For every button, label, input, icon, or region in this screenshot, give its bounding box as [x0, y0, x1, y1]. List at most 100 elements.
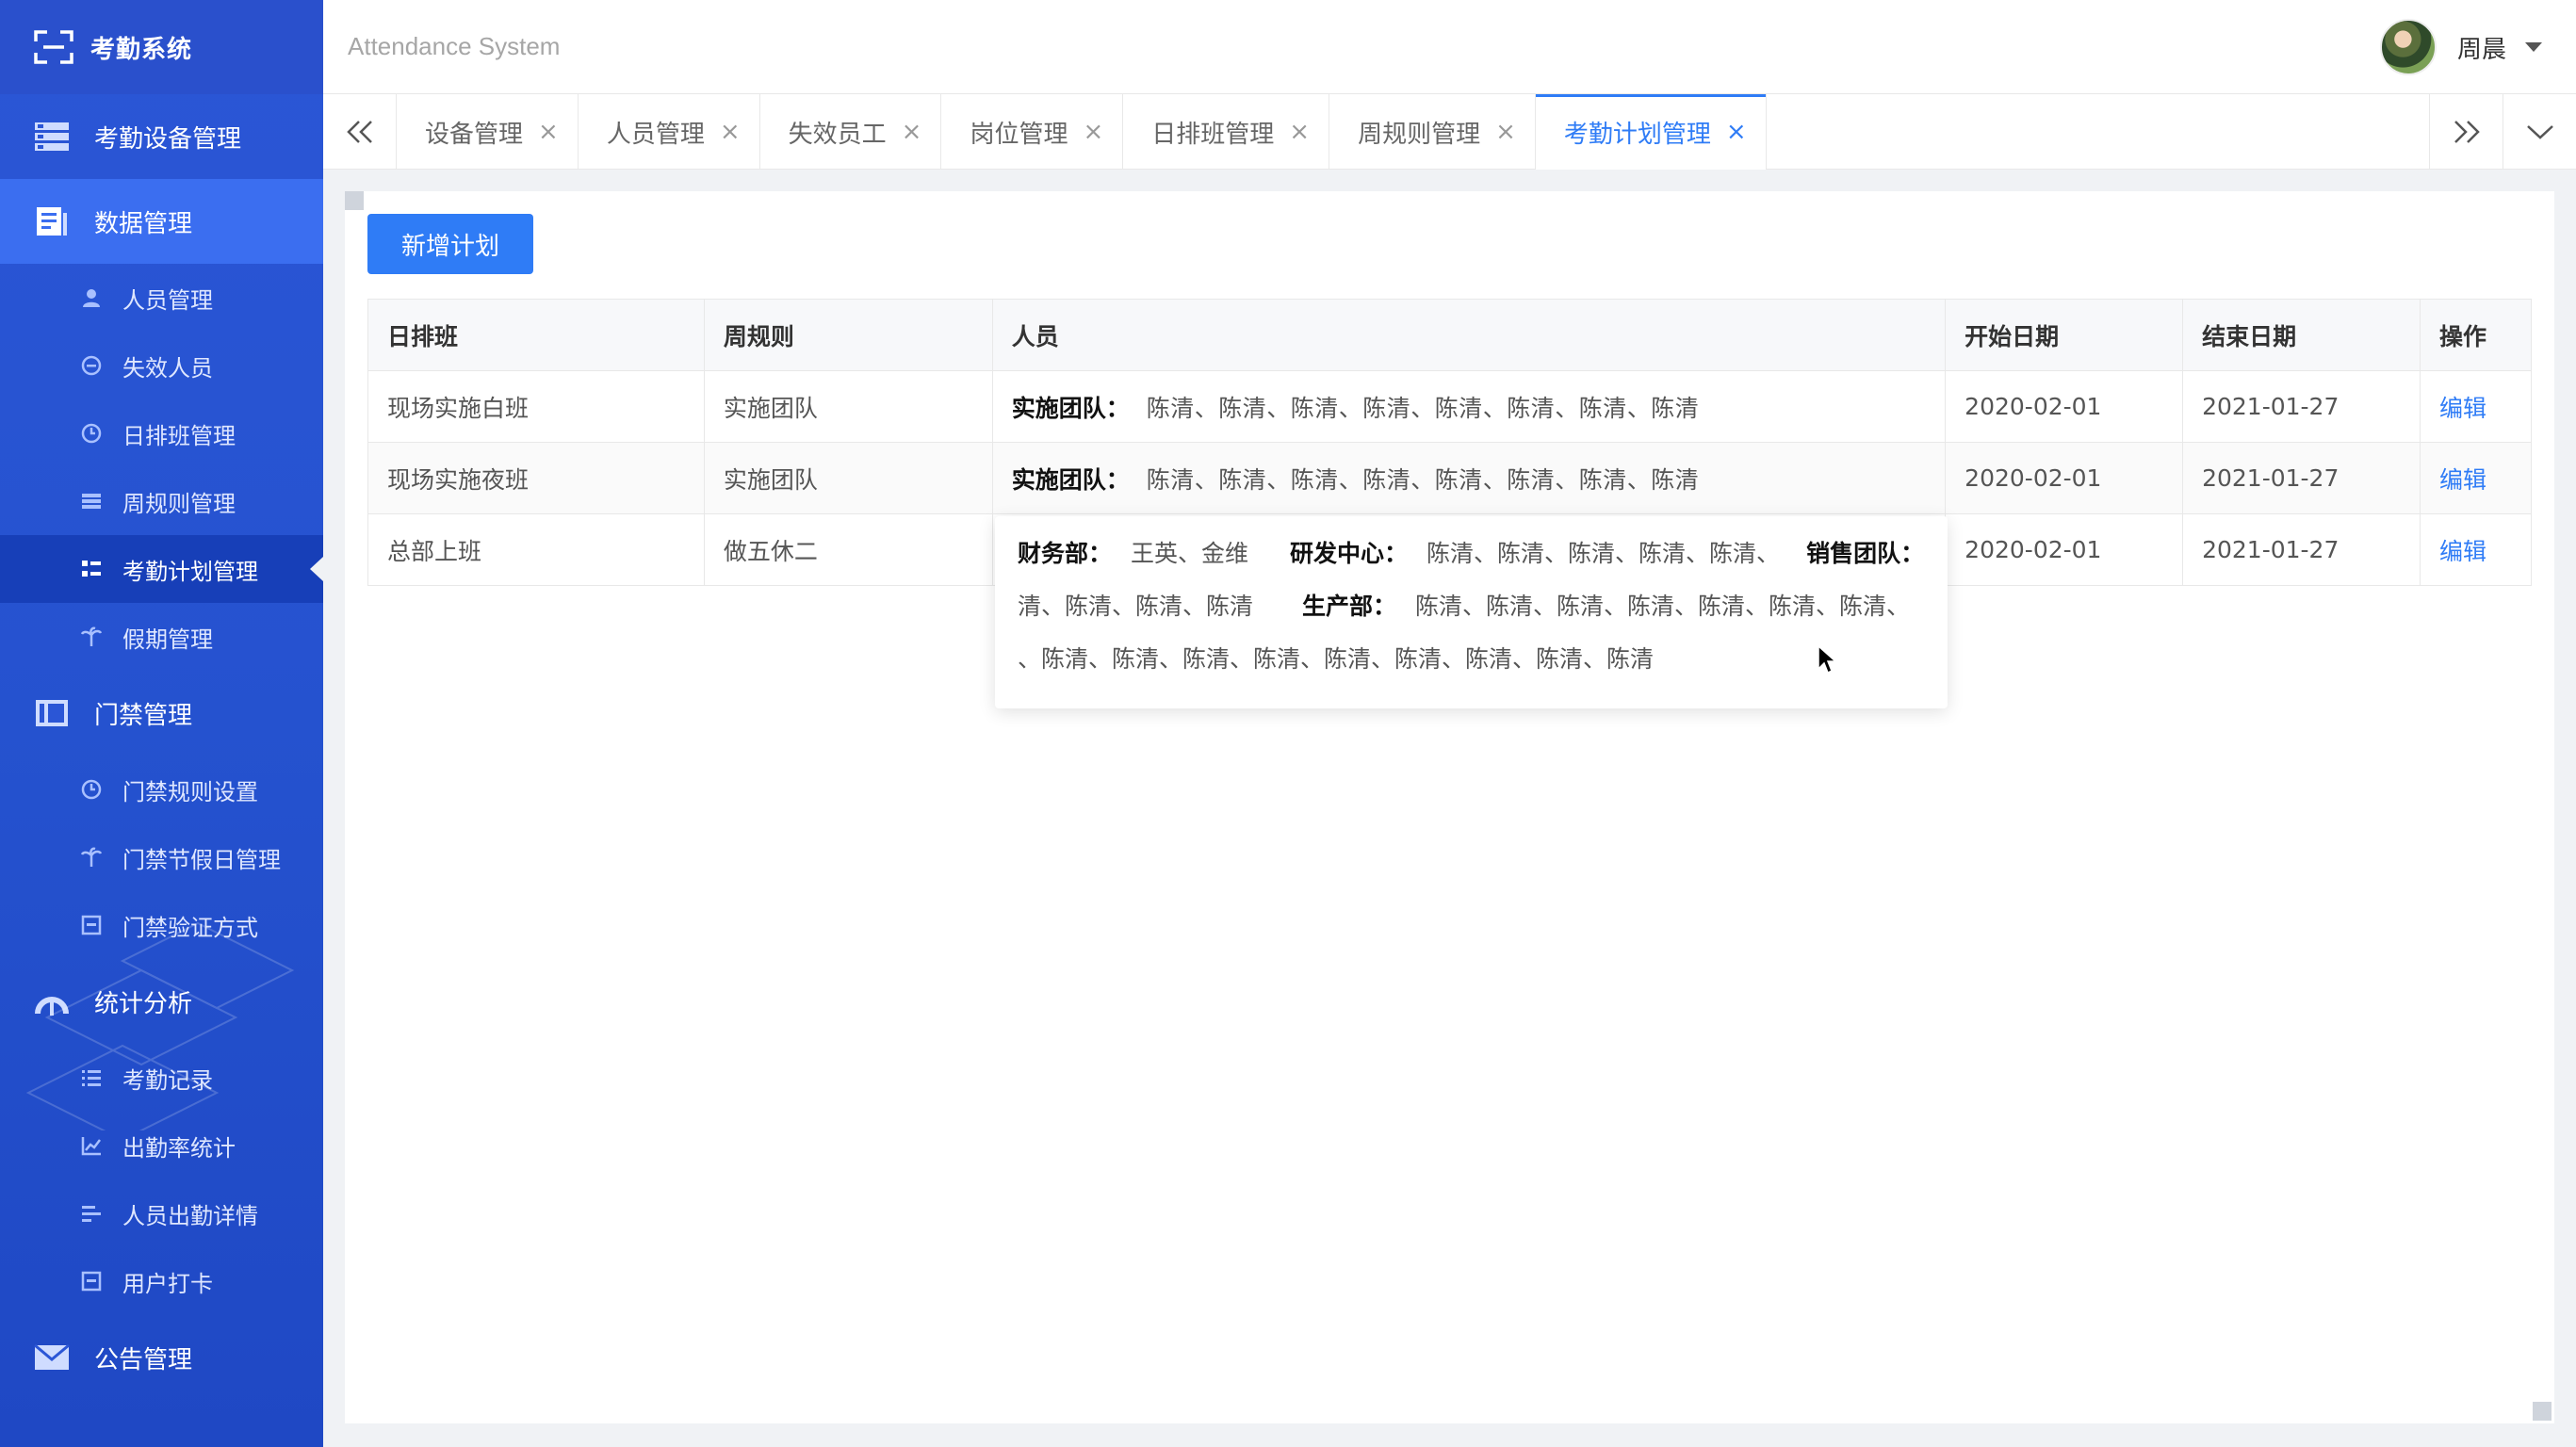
close-icon[interactable]: × — [902, 118, 922, 146]
close-icon[interactable]: × — [1083, 118, 1103, 146]
cell-start-date: 2020-02-01 — [1945, 513, 2184, 586]
edit-link[interactable]: 编辑 — [2439, 538, 2486, 565]
chevron-down-icon — [2526, 125, 2553, 139]
department-label: 生产部： — [1302, 593, 1397, 620]
table-row[interactable]: 现场实施夜班 实施团队 实施团队： 陈清、陈清、陈清、陈清、陈清、陈清、陈清、陈清… — [367, 442, 2533, 514]
cell-people[interactable]: 实施团队： 陈清、陈清、陈清、陈清、陈清、陈清、陈清、陈清 — [991, 370, 1947, 443]
tab-person[interactable]: 人员管理 × — [579, 94, 760, 170]
avatar[interactable] — [2379, 19, 2437, 75]
tab-bar: 设备管理 × 人员管理 × 失效员工 × 岗位管理 × 日排班管理 × 周规则管理 × 考勤… — [323, 94, 2576, 170]
sidebar-item-label: 门禁验证方式 — [122, 914, 258, 941]
edit-link[interactable]: 编辑 — [2439, 466, 2486, 494]
plan-list-icon — [79, 557, 104, 581]
sidebar-item-label: 失效人员 — [122, 354, 213, 382]
checkin-icon — [79, 1269, 104, 1293]
sidebar-item-daily-shift[interactable]: 日排班管理 — [0, 399, 323, 467]
double-chevron-left-icon — [346, 121, 372, 143]
column-header-start-date[interactable]: 开始日期 — [1945, 299, 2184, 371]
mail-icon — [34, 1341, 70, 1374]
app-title: 考勤系统 — [90, 35, 193, 64]
column-header-people[interactable]: 人员 — [991, 299, 1947, 371]
person-icon — [79, 285, 104, 310]
department-names: 、陈清、陈清、陈清、陈清、陈清、陈清、陈清、陈清、陈清 — [1018, 645, 1655, 673]
sidebar-item-holiday[interactable]: 假期管理 — [0, 603, 323, 671]
sidebar-group-device[interactable]: 考勤设备管理 — [0, 94, 323, 179]
sidebar-group-notice[interactable]: 公告管理 — [0, 1315, 323, 1400]
sidebar-item-records[interactable]: 考勤记录 — [0, 1044, 323, 1112]
cell-shift: 现场实施夜班 — [367, 442, 705, 514]
sidebar-item-label: 考勤记录 — [122, 1066, 213, 1094]
cell-end-date: 2021-01-27 — [2182, 513, 2421, 586]
sidebar-item-person[interactable]: 人员管理 — [0, 264, 323, 332]
edit-link[interactable]: 编辑 — [2439, 395, 2486, 422]
sidebar-group-stats[interactable]: 统计分析 — [0, 959, 323, 1044]
table-row[interactable]: 现场实施白班 实施团队 实施团队： 陈清、陈清、陈清、陈清、陈清、陈清、陈清、陈清… — [367, 370, 2533, 443]
detail-icon — [79, 1201, 104, 1226]
column-header-week-rule[interactable]: 周规则 — [703, 299, 993, 371]
tab-menu-dropdown-button[interactable] — [2503, 94, 2576, 170]
sidebar-item-attendance-plan[interactable]: 考勤计划管理 — [0, 535, 323, 603]
sidebar-item-label: 出勤率统计 — [122, 1134, 236, 1162]
close-icon[interactable]: × — [1495, 118, 1516, 146]
user-name[interactable]: 周晨 — [2457, 30, 2506, 65]
card-icon — [79, 913, 104, 937]
cell-people[interactable]: 实施团队： 陈清、陈清、陈清、陈清、陈清、陈清、陈清、陈清 — [991, 442, 1947, 514]
user-menu[interactable]: 周晨 — [2379, 19, 2542, 75]
sidebar-item-access-verify[interactable]: 门禁验证方式 — [0, 891, 323, 959]
sidebar-item-label: 日排班管理 — [122, 422, 236, 449]
tab-label: 失效员工 — [788, 120, 887, 149]
tab-daily-shift[interactable]: 日排班管理 × — [1123, 94, 1330, 170]
column-header-shift[interactable]: 日排班 — [367, 299, 705, 371]
popover-line: 、陈清、陈清、陈清、陈清、陈清、陈清、陈清、陈清、陈清 — [1018, 633, 1925, 686]
tab-bar-spacer — [1767, 94, 2429, 169]
popover-line: 清、陈清、陈清、陈清 生产部： 陈清、陈清、陈清、陈清、陈清、陈清、陈清、 — [1018, 580, 1925, 633]
cell-end-date: 2021-01-27 — [2182, 442, 2421, 514]
close-icon[interactable]: × — [1289, 118, 1310, 146]
sidebar-item-access-rule[interactable]: 门禁规则设置 — [0, 756, 323, 823]
sidebar-group-data[interactable]: 数据管理 — [0, 179, 323, 264]
sidebar-group-access[interactable]: 门禁管理 — [0, 671, 323, 756]
sidebar-item-attendance-rate[interactable]: 出勤率统计 — [0, 1112, 323, 1179]
scrollbar-corner — [345, 191, 364, 210]
close-icon[interactable]: × — [538, 118, 559, 146]
team-label: 实施团队： — [1011, 465, 1130, 494]
tab-position[interactable]: 岗位管理 × — [941, 94, 1124, 170]
sidebar-group-label: 考勤设备管理 — [94, 124, 242, 154]
mouse-cursor-icon — [1818, 644, 1837, 675]
tab-attendance-plan[interactable]: 考勤计划管理 × — [1535, 94, 1767, 170]
caret-down-icon[interactable] — [2525, 42, 2542, 52]
cell-action: 编辑 — [2419, 513, 2533, 586]
team-label: 实施团队： — [1011, 394, 1130, 422]
tab-device[interactable]: 设备管理 × — [397, 94, 579, 170]
department-names: 王英、金维 — [1131, 540, 1249, 567]
tab-label: 设备管理 — [425, 120, 524, 149]
people-popover: 财务部： 王英、金维 研发中心： 陈清、陈清、陈清、陈清、陈清、 销售团队： 清、陈清、… — [995, 516, 1948, 708]
sidebar-item-inactive[interactable]: 失效人员 — [0, 332, 323, 399]
close-icon[interactable]: × — [1726, 118, 1747, 146]
sidebar-item-label: 周规则管理 — [122, 490, 236, 517]
app-subtitle: Attendance System — [348, 32, 561, 60]
sidebar: 考勤系统 考勤设备管理 数据管理 人员管理 失效人员 日排班管理 周规则管理 考… — [0, 0, 323, 1447]
table-header-row: 日排班 周规则 人员 开始日期 结束日期 操作 — [367, 299, 2533, 371]
scroll-tabs-left-button[interactable] — [323, 94, 397, 170]
cell-action: 编辑 — [2419, 442, 2533, 514]
column-header-end-date[interactable]: 结束日期 — [2182, 299, 2421, 371]
chart-icon — [79, 1133, 104, 1158]
tab-inactive-staff[interactable]: 失效员工 × — [760, 94, 942, 170]
tab-week-rule[interactable]: 周规则管理 × — [1329, 94, 1536, 170]
cell-shift: 现场实施白班 — [367, 370, 705, 443]
column-header-action: 操作 — [2419, 299, 2533, 371]
popover-line: 财务部： 王英、金维 研发中心： 陈清、陈清、陈清、陈清、陈清、 销售团队： — [1018, 528, 1925, 580]
sidebar-item-label: 人员管理 — [122, 286, 213, 314]
add-plan-button[interactable]: 新增计划 — [367, 214, 533, 274]
close-icon[interactable]: × — [720, 118, 741, 146]
sidebar-item-access-holiday[interactable]: 门禁节假日管理 — [0, 823, 323, 891]
sidebar-item-checkin[interactable]: 用户打卡 — [0, 1247, 323, 1315]
sidebar-item-person-detail[interactable]: 人员出勤详情 — [0, 1179, 323, 1247]
scroll-tabs-right-button[interactable] — [2429, 94, 2503, 170]
department-names: 陈清、陈清、陈清、陈清、陈清、陈清、陈清、 — [1415, 593, 1911, 620]
app-logo[interactable]: 考勤系统 — [0, 0, 323, 94]
sidebar-item-week-rule[interactable]: 周规则管理 — [0, 467, 323, 535]
department-label: 财务部： — [1018, 540, 1113, 567]
clock-icon — [79, 421, 104, 446]
